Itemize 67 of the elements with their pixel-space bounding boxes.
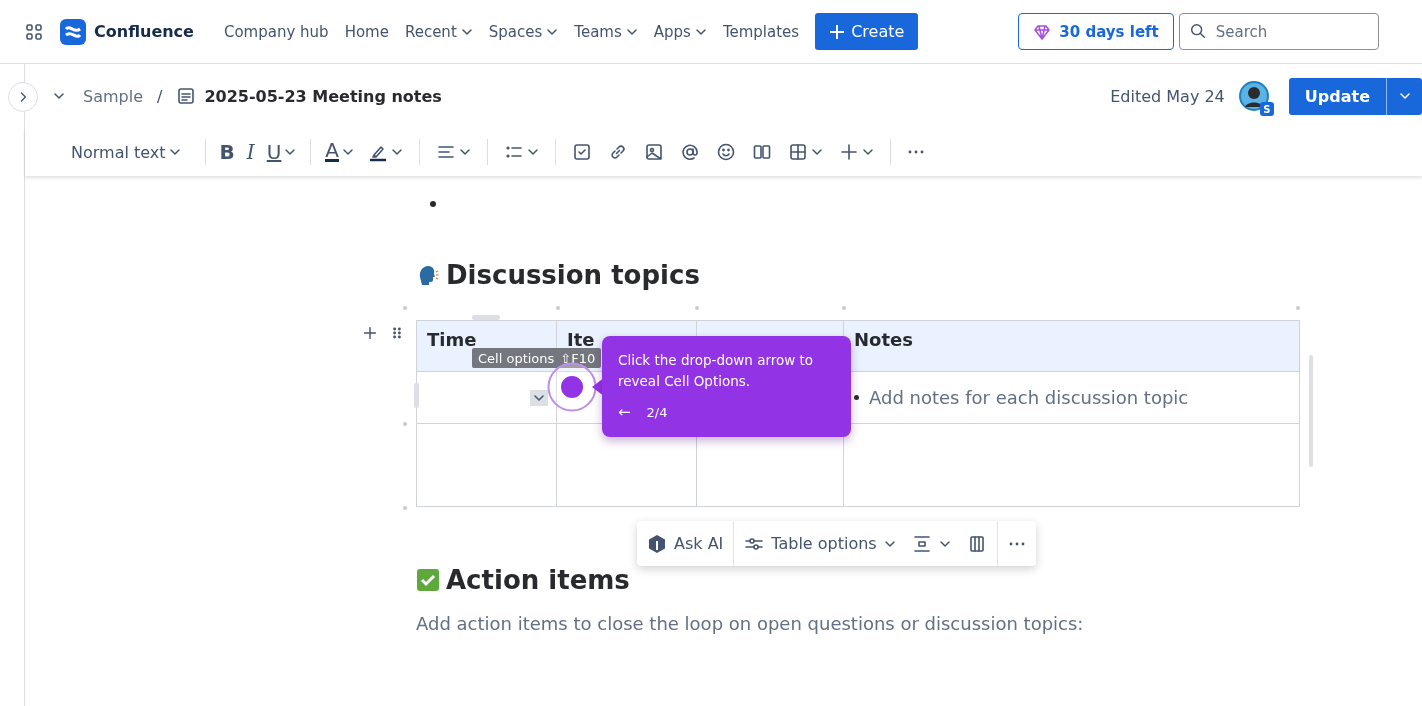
cell-options-button[interactable] xyxy=(530,389,548,406)
scrollbar[interactable] xyxy=(1309,355,1313,467)
step-counter: 2/4 xyxy=(646,404,668,420)
confluence-logo-icon xyxy=(60,18,86,45)
plus-icon xyxy=(829,23,846,40)
section-heading: Discussion topics xyxy=(446,260,700,290)
smiley-icon xyxy=(716,142,737,162)
columns-icon xyxy=(752,142,773,162)
nav-link[interactable]: Home xyxy=(336,16,397,47)
search-field[interactable]: Search xyxy=(1178,13,1379,50)
plus-icon xyxy=(839,142,860,162)
avatar-badge: S xyxy=(1259,102,1274,116)
chevron-down-icon xyxy=(284,146,297,158)
search-icon xyxy=(1188,22,1207,40)
image-icon xyxy=(644,142,665,162)
nav-link[interactable]: Recent xyxy=(396,16,481,47)
ask-ai-button[interactable]: Ask AI xyxy=(637,521,734,566)
create-button[interactable]: Create xyxy=(815,13,919,50)
chevron-down-icon xyxy=(1398,90,1411,102)
column-header: Notes xyxy=(843,320,1300,372)
chevron-down-icon xyxy=(527,146,540,158)
chevron-down-icon xyxy=(53,90,65,102)
text-color-button[interactable]: A xyxy=(319,138,361,166)
nav-link[interactable]: Templates xyxy=(714,16,808,47)
column-drag-handle[interactable] xyxy=(472,315,500,320)
bold-button[interactable]: B xyxy=(213,138,241,166)
chevron-down-icon xyxy=(168,146,181,158)
chevron-down-icon xyxy=(391,146,404,158)
page-icon xyxy=(176,86,197,106)
app-grid-icon xyxy=(24,21,44,42)
vertical-align-icon xyxy=(911,533,932,554)
avatar-icon xyxy=(1238,81,1269,111)
at-sign-icon xyxy=(680,142,701,162)
table-icon xyxy=(788,142,809,162)
placeholder-text: Add action items to close the loop on open questions or discussion topics: xyxy=(416,613,1085,634)
page-title: 2025-05-23 Meeting notes xyxy=(204,86,442,106)
nav-link[interactable]: Company hub xyxy=(215,16,337,47)
more-icon xyxy=(907,150,926,154)
diamond-icon xyxy=(1033,22,1052,41)
add-row-icon xyxy=(361,324,379,342)
breadcrumb-separator: / xyxy=(157,86,163,106)
chevron-down-icon xyxy=(811,146,824,158)
bullet-point xyxy=(430,201,436,207)
product-name: Confluence xyxy=(94,22,194,41)
table-options-button[interactable]: Table options xyxy=(734,521,906,566)
update-options-button[interactable] xyxy=(1386,77,1422,115)
text-style-dropdown[interactable]: Normal text xyxy=(65,138,187,166)
update-button[interactable]: Update xyxy=(1288,77,1386,115)
tooltip: Cell options ⇧F10 xyxy=(472,348,602,368)
nav-link[interactable]: Spaces xyxy=(480,16,567,47)
section-heading: Action items xyxy=(446,565,630,595)
checkbox-icon xyxy=(572,142,593,162)
italic-button[interactable]: I xyxy=(240,138,261,166)
edited-date: Edited May 24 xyxy=(1110,86,1225,106)
nav-link[interactable]: Apps xyxy=(645,16,715,47)
chevron-down-icon xyxy=(862,146,875,158)
hexagon-icon xyxy=(647,533,667,554)
back-button[interactable]: ← xyxy=(618,403,631,421)
breadcrumb-link[interactable]: Sample xyxy=(83,86,143,106)
nav-link[interactable]: Teams xyxy=(566,16,646,47)
trial-button[interactable]: 30 days left xyxy=(1018,13,1174,50)
check-mark-icon xyxy=(416,568,440,592)
underline-button[interactable]: U xyxy=(260,138,303,166)
more-icon xyxy=(1007,541,1026,546)
row-drag-handle[interactable] xyxy=(414,383,419,408)
chevron-down-icon xyxy=(459,146,472,158)
chevron-down-icon xyxy=(342,146,355,158)
